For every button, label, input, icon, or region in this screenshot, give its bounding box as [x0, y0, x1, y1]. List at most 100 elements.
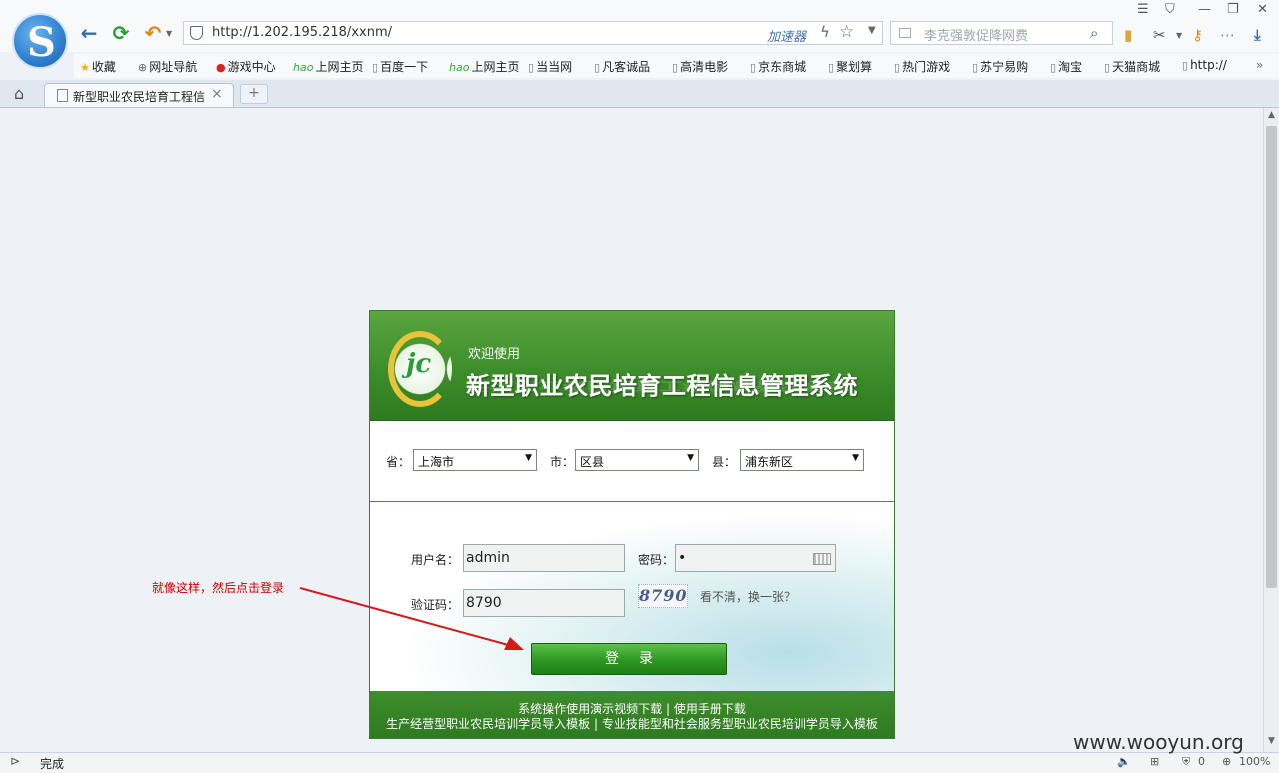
- annotation-arrow: [299, 587, 524, 650]
- dropdown-arrow-icon: ▼: [525, 453, 532, 463]
- bookmark-item[interactable]: ▯ 聚划算: [828, 58, 872, 75]
- adblock-icon[interactable]: ⛨: [1182, 755, 1190, 769]
- minimize-icon[interactable]: —: [1198, 2, 1211, 17]
- skin-icon[interactable]: ⛉: [1165, 2, 1175, 17]
- bookmarks-bar: ★ 收藏 ⊕ 网址导航 ● 游戏中心 hao 上网主页 ▯ 百度一下 hao 上网主页 ▯ 当…: [74, 54, 1279, 78]
- browser-logo[interactable]: S: [12, 13, 68, 69]
- close-window-icon[interactable]: ✕: [1257, 2, 1268, 17]
- adblock-count: 0: [1198, 755, 1205, 768]
- dropdown-arrow-icon: ▼: [852, 453, 859, 463]
- volume-icon[interactable]: 🔈: [1117, 755, 1131, 768]
- address-url[interactable]: http://1.202.195.218/xxnm/: [212, 25, 392, 40]
- vertical-scrollbar[interactable]: ▲ ▼: [1263, 108, 1279, 752]
- watermark: www.wooyun.org: [1073, 730, 1244, 754]
- region-selector: 省： 上海市 ▼ 市： 区县 ▼ 县： 浦东新区 ▼: [370, 421, 894, 502]
- password-input[interactable]: •: [675, 544, 836, 572]
- home-icon[interactable]: ⌂: [14, 84, 24, 103]
- search-icon[interactable]: ⌕: [1090, 24, 1098, 42]
- bookmark-item[interactable]: ▯ 百度一下: [372, 58, 428, 75]
- welcome-text: 欢迎使用: [468, 347, 521, 362]
- county-label: 县：: [712, 455, 737, 469]
- keyboard-icon[interactable]: [813, 553, 831, 565]
- county-select[interactable]: 浦东新区 ▼: [740, 449, 864, 471]
- bookmark-item[interactable]: ▯ 天猫商城: [1104, 58, 1160, 75]
- login-panel: jc 欢迎使用 新型职业农民培育工程信息管理系统 新型职业农民培育工程信息管理系…: [369, 310, 895, 739]
- game-icon: ●: [216, 61, 226, 74]
- toolbox-icon[interactable]: ⊞: [1150, 755, 1159, 768]
- browser-toolbar: ← ⟳ ↶ ▼ http://1.202.195.218/xxnm/ 加速器 ϟ…: [0, 0, 1279, 52]
- sidebar-icon[interactable]: ▮: [1124, 26, 1132, 44]
- zoom-icon[interactable]: ⊕: [1222, 755, 1231, 768]
- system-logo: jc: [388, 331, 452, 407]
- page-icon: ▯: [828, 61, 835, 74]
- refresh-captcha-link[interactable]: 看不清，换一张？: [700, 588, 796, 605]
- download-icon[interactable]: ⤓: [1254, 26, 1261, 44]
- login-button[interactable]: 登录: [531, 643, 727, 675]
- favorite-star-icon[interactable]: ☆: [839, 22, 854, 42]
- more-bookmarks-icon[interactable]: »: [1256, 58, 1263, 72]
- hao-icon: hao: [449, 61, 470, 74]
- lightning-icon[interactable]: ϟ: [820, 23, 830, 41]
- bookmark-item[interactable]: ▯ 凡客诚品: [594, 58, 650, 75]
- username-input[interactable]: admin: [463, 544, 625, 572]
- login-footer: 系统操作使用演示视频下载 | 使用手册下载 生产经营型职业农民培训学员导入模板 …: [370, 691, 894, 738]
- bookmark-item[interactable]: ★ 收藏: [80, 58, 116, 75]
- bookmark-item[interactable]: ▯ 淘宝: [1050, 58, 1082, 75]
- tab-title: 新型职业农民培育工程信: [73, 90, 205, 104]
- page-icon: ▯: [750, 61, 757, 74]
- address-bar[interactable]: http://1.202.195.218/xxnm/ 加速器 ϟ ☆ ▼: [183, 21, 883, 45]
- search-box[interactable]: 李克强敦促降网费 ⌕: [890, 21, 1113, 45]
- city-label: 市：: [550, 455, 575, 469]
- page-icon: ▯: [594, 61, 601, 74]
- page-icon: ▯: [972, 61, 979, 74]
- refresh-icon[interactable]: ⟳: [110, 22, 132, 44]
- scissors-dropdown-icon[interactable]: ▼: [1176, 31, 1182, 40]
- more-icon[interactable]: ⋯: [1220, 26, 1235, 44]
- bookmark-item[interactable]: ● 游戏中心: [216, 58, 276, 75]
- status-bar: ⊳ 完成 🔈 ⊞ ⛨ 0 ⊕ 100%: [0, 752, 1279, 773]
- active-tab[interactable]: 新型职业农民培育工程信 ×: [44, 83, 234, 107]
- status-text: 完成: [40, 757, 65, 771]
- province-label: 省：: [386, 455, 411, 469]
- page-icon: ▯: [1104, 61, 1111, 74]
- page-icon: ▯: [1182, 59, 1189, 72]
- scissors-icon[interactable]: ✂: [1153, 26, 1166, 44]
- restore-icon[interactable]: ❐: [1227, 2, 1239, 17]
- back-arrow-icon[interactable]: ←: [78, 22, 100, 44]
- bookmark-item[interactable]: ▯ 苏宁易购: [972, 58, 1028, 75]
- bookmark-item[interactable]: hao 上网主页: [293, 58, 363, 75]
- address-dropdown-icon[interactable]: ▼: [868, 25, 876, 36]
- bookmark-item[interactable]: ▯ 京东商城: [750, 58, 806, 75]
- page-icon: ▯: [1050, 61, 1057, 74]
- globe-icon: ⊕: [138, 61, 148, 74]
- menu-icon[interactable]: ☰: [1137, 2, 1149, 17]
- bookmark-item[interactable]: ▯ 高清电影: [672, 58, 728, 75]
- bookmark-item[interactable]: ⊕ 网址导航: [138, 58, 197, 75]
- page-icon: ▯: [672, 61, 679, 74]
- search-engine-icon[interactable]: [899, 28, 911, 38]
- bookmark-item[interactable]: ▯ http://: [1182, 58, 1227, 72]
- undo-dropdown-icon[interactable]: ▼: [166, 29, 172, 38]
- province-select[interactable]: 上海市 ▼: [413, 449, 537, 471]
- bookmark-item[interactable]: ▯ 当当网: [528, 58, 572, 75]
- scroll-up-icon[interactable]: ▲: [1268, 110, 1275, 120]
- page-icon: ▯: [894, 61, 901, 74]
- accelerator-button[interactable]: 加速器: [767, 26, 806, 45]
- captcha-image[interactable]: 8790: [638, 584, 688, 608]
- undo-icon[interactable]: ↶: [142, 22, 164, 44]
- bookmark-item[interactable]: hao 上网主页: [449, 58, 519, 75]
- scroll-down-icon[interactable]: ▼: [1268, 736, 1275, 746]
- city-select[interactable]: 区县 ▼: [575, 449, 699, 471]
- close-tab-icon[interactable]: ×: [211, 86, 223, 102]
- scroll-thumb[interactable]: [1266, 126, 1277, 588]
- key-icon[interactable]: ⚷: [1192, 26, 1203, 44]
- footer-template-links[interactable]: 生产经营型职业农民培训学员导入模板 | 专业技能型和社会服务型职业农民培训学员导…: [370, 715, 894, 732]
- zoom-level[interactable]: 100%: [1239, 755, 1270, 768]
- bookmark-item[interactable]: ▯ 热门游戏: [894, 58, 950, 75]
- security-shield-icon: [190, 26, 203, 40]
- dropdown-arrow-icon: ▼: [687, 453, 694, 463]
- new-tab-button[interactable]: +: [240, 84, 268, 104]
- search-input[interactable]: 李克强敦促降网费: [924, 25, 1028, 44]
- sidebar-toggle-icon[interactable]: ⊳: [10, 754, 20, 768]
- annotation-text: 就像这样，然后点击登录: [152, 581, 285, 595]
